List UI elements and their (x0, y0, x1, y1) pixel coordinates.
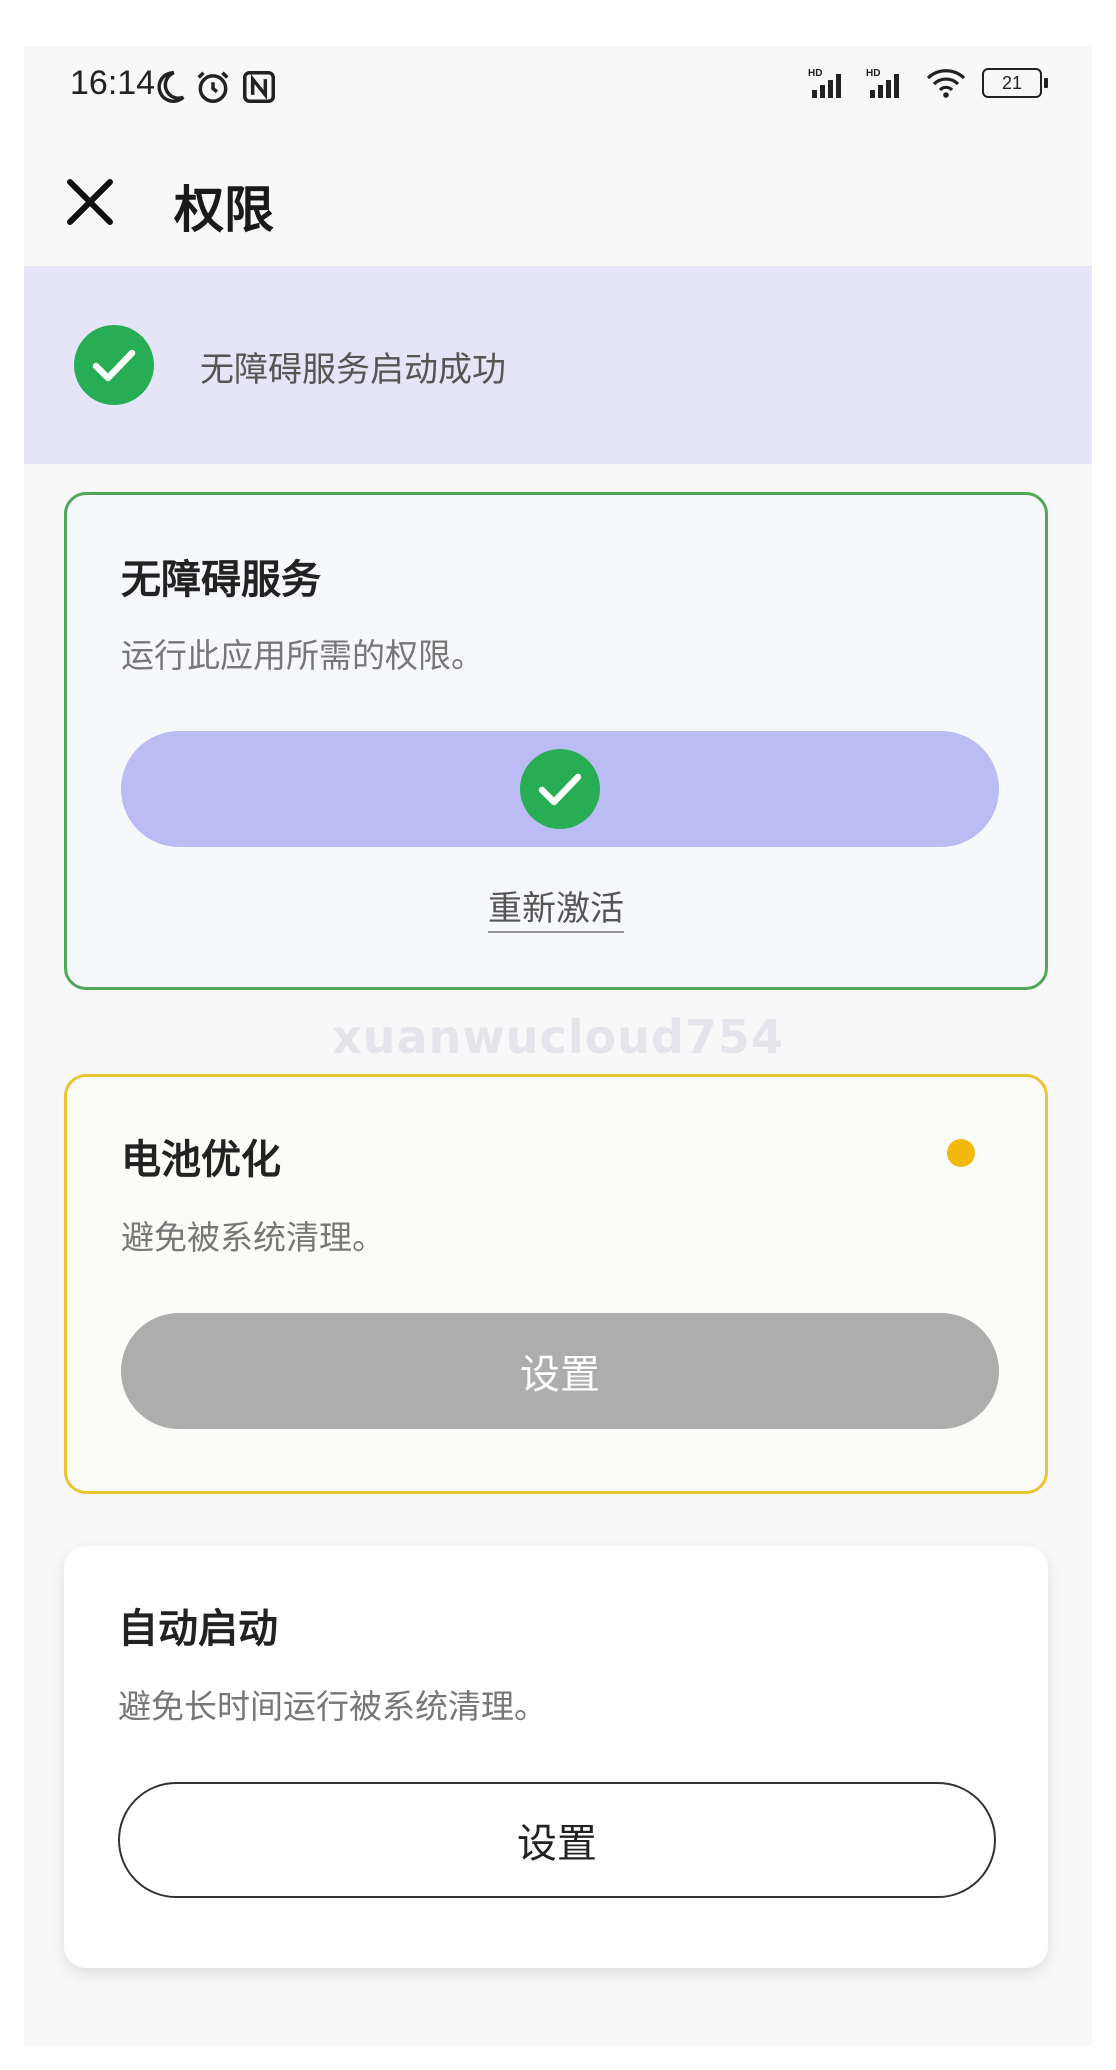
auto-start-card: 自动启动 避免长时间运行被系统清理。 设置 (64, 1546, 1048, 1968)
app-header: 权限 (24, 156, 1092, 256)
battery-optimization-card: 电池优化 避免被系统清理。 设置 (64, 1074, 1048, 1494)
card-description: 运行此应用所需的权限。 (121, 636, 484, 675)
close-icon[interactable] (60, 172, 120, 232)
card-description: 避免被系统清理。 (121, 1218, 385, 1257)
wifi-icon (926, 69, 966, 98)
check-circle-icon (74, 325, 154, 405)
card-description: 避免长时间运行被系统清理。 (118, 1687, 547, 1726)
accessibility-service-card: 无障碍服务 运行此应用所需的权限。 重新激活 (64, 492, 1048, 990)
reactivate-row: 重新激活 (67, 881, 1045, 933)
hd-signal-icon: HD (866, 68, 899, 98)
watermark: xuanwucloud754 (332, 1010, 784, 1064)
status-bar: 16:14 HD HD 21 (24, 46, 1092, 132)
banner-message: 无障碍服务启动成功 (200, 350, 506, 390)
check-circle-icon (520, 749, 600, 829)
accessibility-status-button[interactable] (121, 731, 999, 847)
card-title: 无障碍服务 (121, 557, 321, 603)
success-banner: 无障碍服务启动成功 (24, 266, 1092, 464)
reactivate-link[interactable]: 重新激活 (488, 889, 624, 933)
card-title: 自动启动 (118, 1606, 278, 1652)
hd-signal-icon: HD (808, 68, 841, 98)
nfc-icon (243, 71, 275, 103)
battery-icon: 21 (982, 68, 1048, 98)
app-screen: 16:14 HD HD 21 权限 无障碍服务启动成功 无障碍服务 运行此应用所… (24, 46, 1092, 2046)
status-right-icons: HD HD 21 (808, 66, 1048, 100)
card-title: 电池优化 (121, 1137, 281, 1183)
auto-start-settings-button[interactable]: 设置 (118, 1782, 996, 1898)
alarm-icon (197, 71, 229, 103)
warning-status-dot (947, 1139, 975, 1167)
svg-text:HD: HD (866, 68, 880, 79)
status-time: 16:14 (70, 64, 156, 102)
moon-icon (157, 71, 185, 103)
battery-settings-button[interactable]: 设置 (121, 1313, 999, 1429)
svg-text:HD: HD (808, 68, 822, 79)
page-title: 权限 (174, 181, 274, 239)
